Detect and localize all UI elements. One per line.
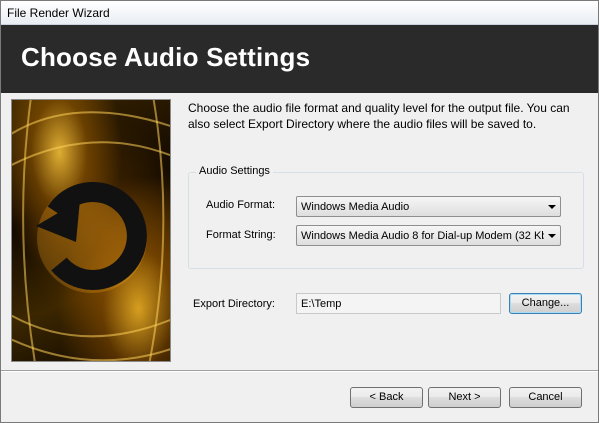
change-directory-button[interactable]: Change... [509,293,582,314]
format-string-value: Windows Media Audio 8 for Dial-up Modem … [301,230,544,242]
audio-format-select[interactable]: Windows Media Audio [296,196,561,217]
format-string-select[interactable]: Windows Media Audio 8 for Dial-up Modem … [296,225,561,246]
export-directory-input[interactable] [297,294,500,313]
page-title: Choose Audio Settings [21,42,311,72]
cancel-button[interactable]: Cancel [509,387,582,408]
next-button[interactable]: Next > [428,387,501,408]
side-artwork [11,99,171,362]
header-banner: Choose Audio Settings [1,25,598,93]
title-bar: File Render Wizard [1,1,598,25]
chevron-down-icon [548,205,556,209]
export-directory-label: Export Directory: [193,298,275,310]
chevron-down-icon [548,234,556,238]
footer-divider [1,370,598,372]
audio-format-label: Audio Format: [206,199,276,211]
audio-settings-legend: Audio Settings [196,165,273,177]
audio-format-value: Windows Media Audio [301,201,410,213]
window-title: File Render Wizard [7,6,110,20]
audio-settings-group: Audio Settings [188,165,584,269]
instructions-text: Choose the audio file format and quality… [188,101,570,131]
circular-arrow-icon [12,100,170,361]
export-directory-field[interactable] [296,293,501,314]
wizard-window: File Render Wizard Choose Audio Settings… [0,0,599,423]
back-button[interactable]: < Back [350,387,423,408]
format-string-label: Format String: [206,229,276,241]
